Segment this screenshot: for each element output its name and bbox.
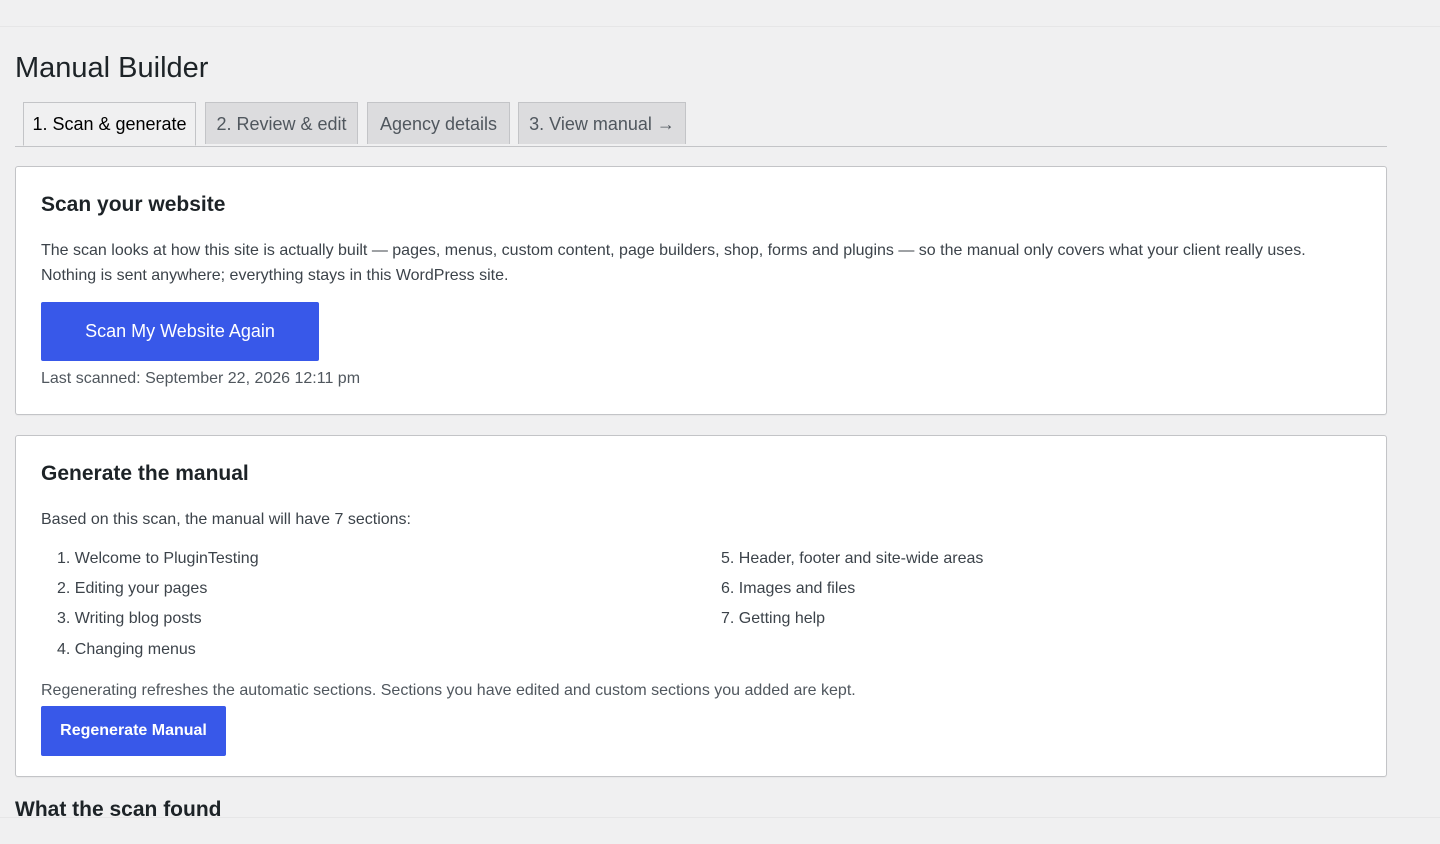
last-scanned-text: Last scanned: September 22, 2026 12:11 p…	[41, 370, 361, 387]
list-item: 5. Header, footer and site-wide areas	[721, 550, 984, 567]
generate-intro: Based on this scan, the manual will have…	[41, 511, 411, 528]
tab-review-edit[interactable]: 2. Review & edit	[205, 102, 358, 144]
generate-heading: Generate the manual	[41, 462, 249, 485]
regenerate-note: Regenerating refreshes the automatic sec…	[41, 682, 856, 699]
scan-card: Scan your website The scan looks at how …	[15, 166, 1387, 415]
tab-bar: 1. Scan & generate 2. Review & edit Agen…	[15, 102, 1387, 147]
admin-top-strip	[0, 0, 1440, 27]
page-title: Manual Builder	[15, 52, 209, 84]
list-item: 1. Welcome to PluginTesting	[57, 550, 259, 567]
scan-description-line1: The scan looks at how this site is actua…	[41, 242, 1306, 259]
generate-card: Generate the manual Based on this scan, …	[15, 435, 1387, 777]
tab-view-manual[interactable]: 3. View manual →	[518, 102, 686, 144]
list-item: 2. Editing your pages	[57, 580, 208, 597]
regenerate-manual-button[interactable]: Regenerate Manual	[41, 706, 226, 756]
scan-description-line2: Nothing is sent anywhere; everything sta…	[41, 267, 509, 284]
list-item: 4. Changing menus	[57, 641, 196, 658]
tab-agency-details[interactable]: Agency details	[367, 102, 510, 144]
scan-website-button[interactable]: Scan My Website Again	[41, 302, 319, 361]
list-item: 3. Writing blog posts	[57, 610, 202, 627]
bottom-clip	[0, 817, 1440, 844]
tab-scan-generate[interactable]: 1. Scan & generate	[23, 102, 196, 146]
scan-heading: Scan your website	[41, 193, 226, 216]
list-item: 7. Getting help	[721, 610, 826, 627]
list-item: 6. Images and files	[721, 580, 856, 597]
